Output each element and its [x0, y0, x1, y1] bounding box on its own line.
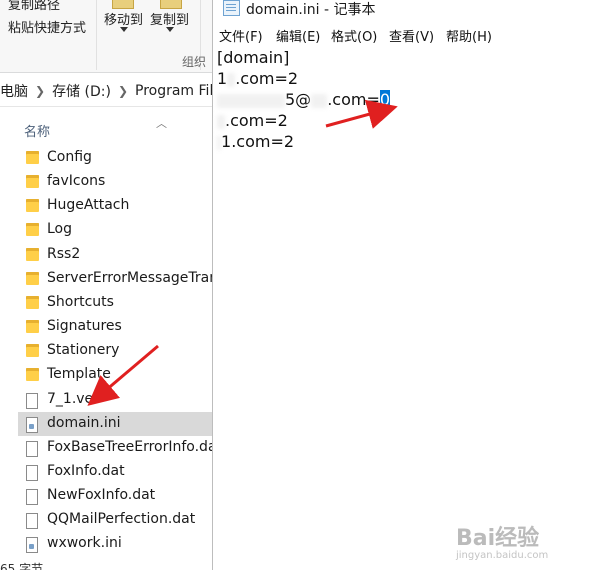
- watermark: Bai经验 jingyan.baidu.com: [456, 520, 548, 561]
- watermark-text: Bai经验: [456, 526, 540, 551]
- arrow-to-value: [325, 99, 398, 129]
- arrow-to-domain-ini: [87, 344, 159, 406]
- watermark-subtext: jingyan.baidu.com: [456, 550, 549, 561]
- annotation-arrows: [87, 99, 398, 406]
